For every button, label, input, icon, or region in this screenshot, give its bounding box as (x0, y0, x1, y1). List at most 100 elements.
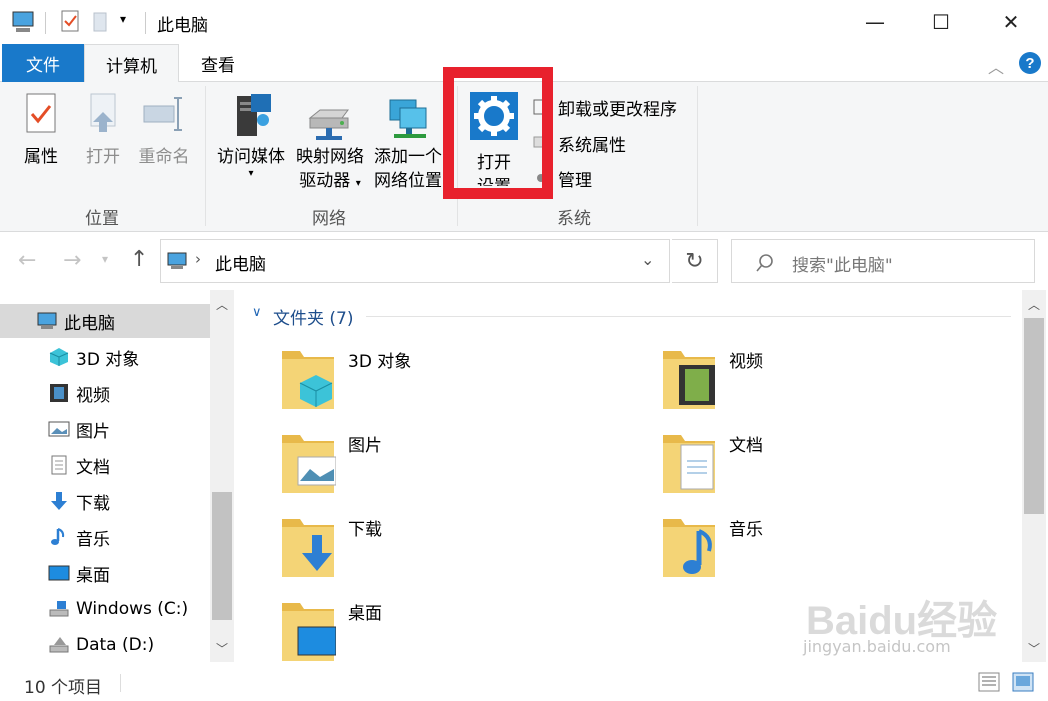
folder-name: 音乐 (729, 520, 763, 540)
nav-item-drive-c[interactable]: Windows (C:) (0, 592, 210, 626)
divider (205, 86, 206, 226)
folder-music[interactable]: 音乐 (661, 515, 1021, 593)
nav-item-documents[interactable]: 文档 (0, 448, 210, 482)
large-icons-view-icon[interactable] (1012, 672, 1034, 692)
ribbon: 属性 打开 重命名 位置 访问媒体 ▾ 映射网络 驱动器 ▾ 添加一个 网络位置… (0, 67, 1048, 232)
customize-quick-access-icon[interactable]: ▾ (120, 12, 126, 26)
maximize-button[interactable]: ☐ (912, 0, 970, 44)
item-count: 10 个项目 (24, 678, 103, 698)
folder-icon (282, 351, 334, 409)
download-icon (51, 492, 67, 510)
nav-item-music[interactable]: 音乐 (0, 520, 210, 554)
navigation-pane: 此电脑 3D 对象 视频 图片 文档 下载 音乐 桌面 Windows (C:)… (0, 290, 236, 662)
add-location-label-line1: 添加一个 (374, 147, 442, 167)
properties-icon (26, 93, 56, 133)
drive-icon (49, 601, 69, 617)
folder-downloads[interactable]: 下载 (280, 515, 640, 593)
scroll-up-icon[interactable]: ︿ (1028, 296, 1040, 313)
scrollbar-thumb[interactable] (212, 492, 232, 620)
manage-label: 管理 (558, 170, 592, 191)
minimize-button[interactable]: — (846, 0, 904, 44)
scrollbar-thumb[interactable] (1024, 318, 1044, 514)
divider (45, 12, 46, 34)
folder-icon (663, 519, 715, 577)
folder-3d-objects[interactable]: 3D 对象 (280, 347, 640, 425)
nav-item-label: 音乐 (76, 529, 110, 550)
nav-item-pictures[interactable]: 图片 (0, 412, 210, 446)
nav-item-desktop[interactable]: 桌面 (0, 556, 210, 590)
breadcrumb-chevron-icon[interactable]: › (195, 250, 201, 268)
nav-pane-scrollbar[interactable]: ︿ ﹀ (210, 290, 234, 662)
tab-computer[interactable]: 计算机 (84, 44, 179, 83)
map-drive-label-line2: 驱动器 ▾ (299, 171, 361, 191)
computer-icon[interactable] (10, 9, 38, 35)
scroll-up-icon[interactable]: ︿ (216, 296, 228, 313)
new-folder-quick-icon[interactable] (92, 9, 110, 35)
document-icon (51, 455, 67, 475)
highlight-annotation-box (443, 67, 553, 199)
scroll-down-icon[interactable]: ﹀ (1028, 640, 1040, 657)
nav-item-this-pc[interactable]: 此电脑 (0, 304, 210, 338)
uninstall-label: 卸载或更改程序 (558, 99, 677, 120)
scroll-down-icon[interactable]: ﹀ (216, 640, 228, 657)
picture-icon (48, 421, 70, 437)
properties-label: 属性 (24, 147, 58, 167)
computer-icon (167, 252, 187, 269)
nav-item-label: 桌面 (76, 565, 110, 586)
nav-item-label: 此电脑 (64, 313, 115, 334)
open-button[interactable]: 打开 (76, 90, 130, 169)
refresh-button[interactable]: ↻ (672, 239, 718, 283)
nav-item-videos[interactable]: 视频 (0, 376, 210, 410)
watermark-url: jingyan.baidu.com (803, 637, 951, 656)
refresh-icon: ↻ (685, 248, 704, 274)
nav-item-drive-d[interactable]: Data (D:) (0, 628, 210, 662)
forward-arrow-icon[interactable]: → (63, 248, 81, 273)
nav-item-label: Data (D:) (76, 635, 155, 655)
tab-file[interactable]: 文件 (2, 44, 84, 82)
search-box[interactable]: 搜索"此电脑" (731, 239, 1035, 283)
nav-item-label: 图片 (76, 421, 110, 442)
map-network-drive-button[interactable]: 映射网络 驱动器 ▾ (292, 90, 368, 196)
chevron-down-icon[interactable]: ∨ (252, 305, 262, 320)
address-bar[interactable]: › 此电脑 ⌄ (160, 239, 670, 283)
nav-item-3d-objects[interactable]: 3D 对象 (0, 340, 210, 374)
nav-item-label: 视频 (76, 385, 110, 406)
folder-desktop[interactable]: 桌面 (280, 599, 640, 661)
back-arrow-icon[interactable]: ← (18, 248, 36, 273)
rename-icon (143, 97, 182, 131)
folder-pictures[interactable]: 图片 (280, 431, 640, 509)
details-view-icon[interactable] (978, 672, 1000, 692)
collapse-ribbon-icon[interactable]: ︿ (988, 54, 1004, 78)
recent-locations-icon[interactable]: ▾ (102, 252, 108, 266)
breadcrumb-item[interactable]: 此电脑 (215, 250, 266, 275)
folder-name: 3D 对象 (348, 352, 412, 372)
group-label-network: 网络 (312, 209, 346, 229)
up-arrow-icon[interactable]: ↑ (130, 247, 148, 272)
folder-documents[interactable]: 文档 (661, 431, 1021, 509)
folder-name: 视频 (729, 352, 763, 372)
film-icon (50, 384, 68, 402)
folder-icon (663, 351, 715, 409)
tab-view[interactable]: 查看 (182, 44, 254, 82)
access-media-label: 访问媒体 (217, 147, 285, 167)
nav-item-label: 3D 对象 (76, 349, 140, 370)
computer-icon (37, 312, 57, 329)
properties-button[interactable]: 属性 (14, 90, 68, 169)
cube-icon (49, 348, 69, 366)
dropdown-arrow-icon: ▾ (355, 178, 361, 189)
add-network-location-button[interactable]: 添加一个 网络位置 (370, 90, 446, 193)
nav-item-downloads[interactable]: 下载 (0, 484, 210, 518)
section-header[interactable]: 文件夹 (7) (273, 304, 353, 329)
rename-button[interactable]: 重命名 (134, 90, 194, 169)
content-scrollbar[interactable]: ︿ ﹀ (1022, 290, 1046, 662)
folder-name: 下载 (348, 520, 382, 540)
help-icon[interactable]: ? (1018, 51, 1042, 75)
folder-name: 图片 (348, 436, 382, 456)
address-dropdown-icon[interactable]: ⌄ (641, 250, 654, 269)
folder-videos[interactable]: 视频 (661, 347, 1021, 425)
access-media-button[interactable]: 访问媒体 ▾ (212, 90, 290, 179)
properties-quick-icon[interactable] (60, 9, 82, 35)
close-button[interactable]: ✕ (982, 0, 1040, 44)
folder-name: 文档 (729, 436, 763, 456)
search-placeholder[interactable]: 搜索"此电脑" (792, 251, 893, 276)
